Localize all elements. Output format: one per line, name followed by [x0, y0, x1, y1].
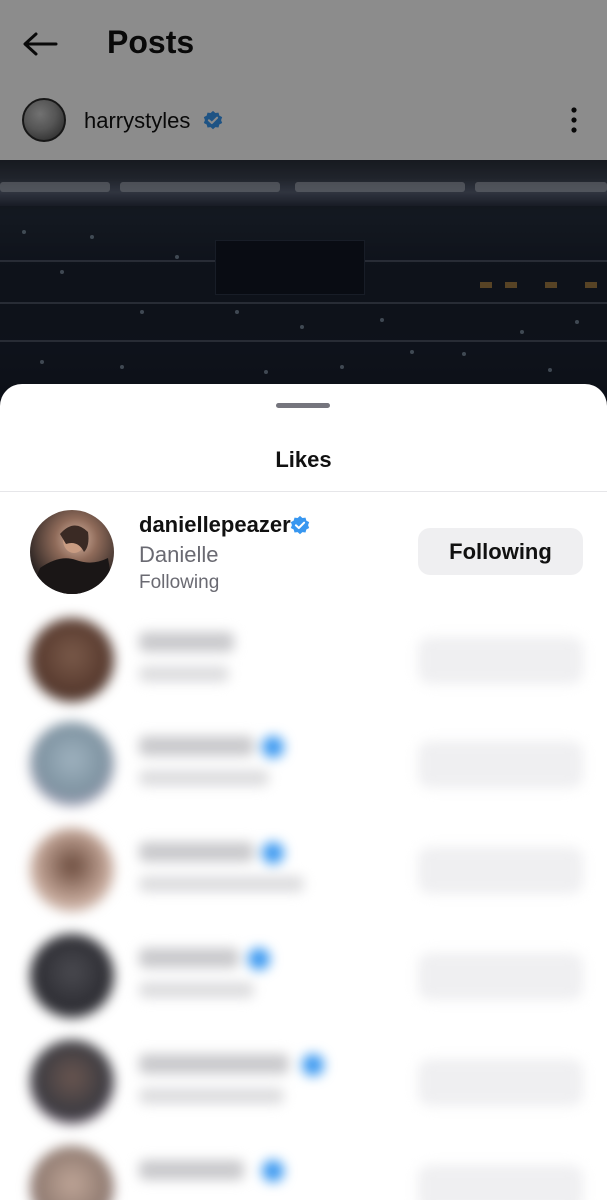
username[interactable] [139, 1160, 244, 1180]
follow-status: Following [139, 572, 220, 593]
avatar[interactable] [30, 618, 114, 702]
following-button[interactable] [418, 1165, 583, 1200]
full-name [139, 876, 304, 892]
following-button[interactable] [418, 953, 583, 1000]
username[interactable] [139, 1054, 289, 1074]
following-button[interactable] [418, 1059, 583, 1106]
username[interactable]: daniellepeazer [139, 512, 291, 538]
list-item[interactable] [0, 716, 607, 816]
avatar[interactable] [30, 510, 114, 594]
list-item[interactable] [0, 1140, 607, 1200]
avatar-photo [30, 525, 114, 594]
verified-badge-icon [248, 948, 270, 970]
avatar[interactable] [30, 934, 114, 1018]
verified-badge-icon [262, 1160, 284, 1182]
following-button[interactable] [418, 741, 583, 788]
likes-sheet: Likes daniellepeazer Danielle Following … [0, 384, 607, 1200]
username[interactable] [139, 948, 239, 968]
full-name [139, 982, 254, 998]
list-item[interactable] [0, 610, 607, 710]
list-item[interactable] [0, 1034, 607, 1134]
full-name [139, 770, 269, 786]
avatar[interactable] [30, 1040, 114, 1124]
full-name [139, 666, 229, 682]
following-button[interactable]: Following [418, 528, 583, 575]
following-button[interactable] [418, 847, 583, 894]
sheet-drag-handle[interactable] [276, 403, 330, 408]
full-name [139, 1088, 284, 1104]
list-item[interactable] [0, 822, 607, 922]
verified-badge-icon [262, 842, 284, 864]
username[interactable] [139, 632, 234, 652]
username[interactable] [139, 842, 254, 862]
verified-badge-icon [290, 515, 310, 535]
username[interactable] [139, 736, 254, 756]
divider [0, 491, 607, 492]
avatar[interactable] [30, 1146, 114, 1200]
sheet-title: Likes [275, 447, 332, 472]
verified-badge-icon [262, 736, 284, 758]
avatar[interactable] [30, 722, 114, 806]
following-button[interactable] [418, 637, 583, 684]
full-name: Danielle [139, 542, 219, 567]
list-item[interactable]: daniellepeazer Danielle Following Follow… [0, 504, 607, 604]
list-item[interactable] [0, 928, 607, 1028]
avatar[interactable] [30, 828, 114, 912]
verified-badge-icon [302, 1054, 324, 1076]
